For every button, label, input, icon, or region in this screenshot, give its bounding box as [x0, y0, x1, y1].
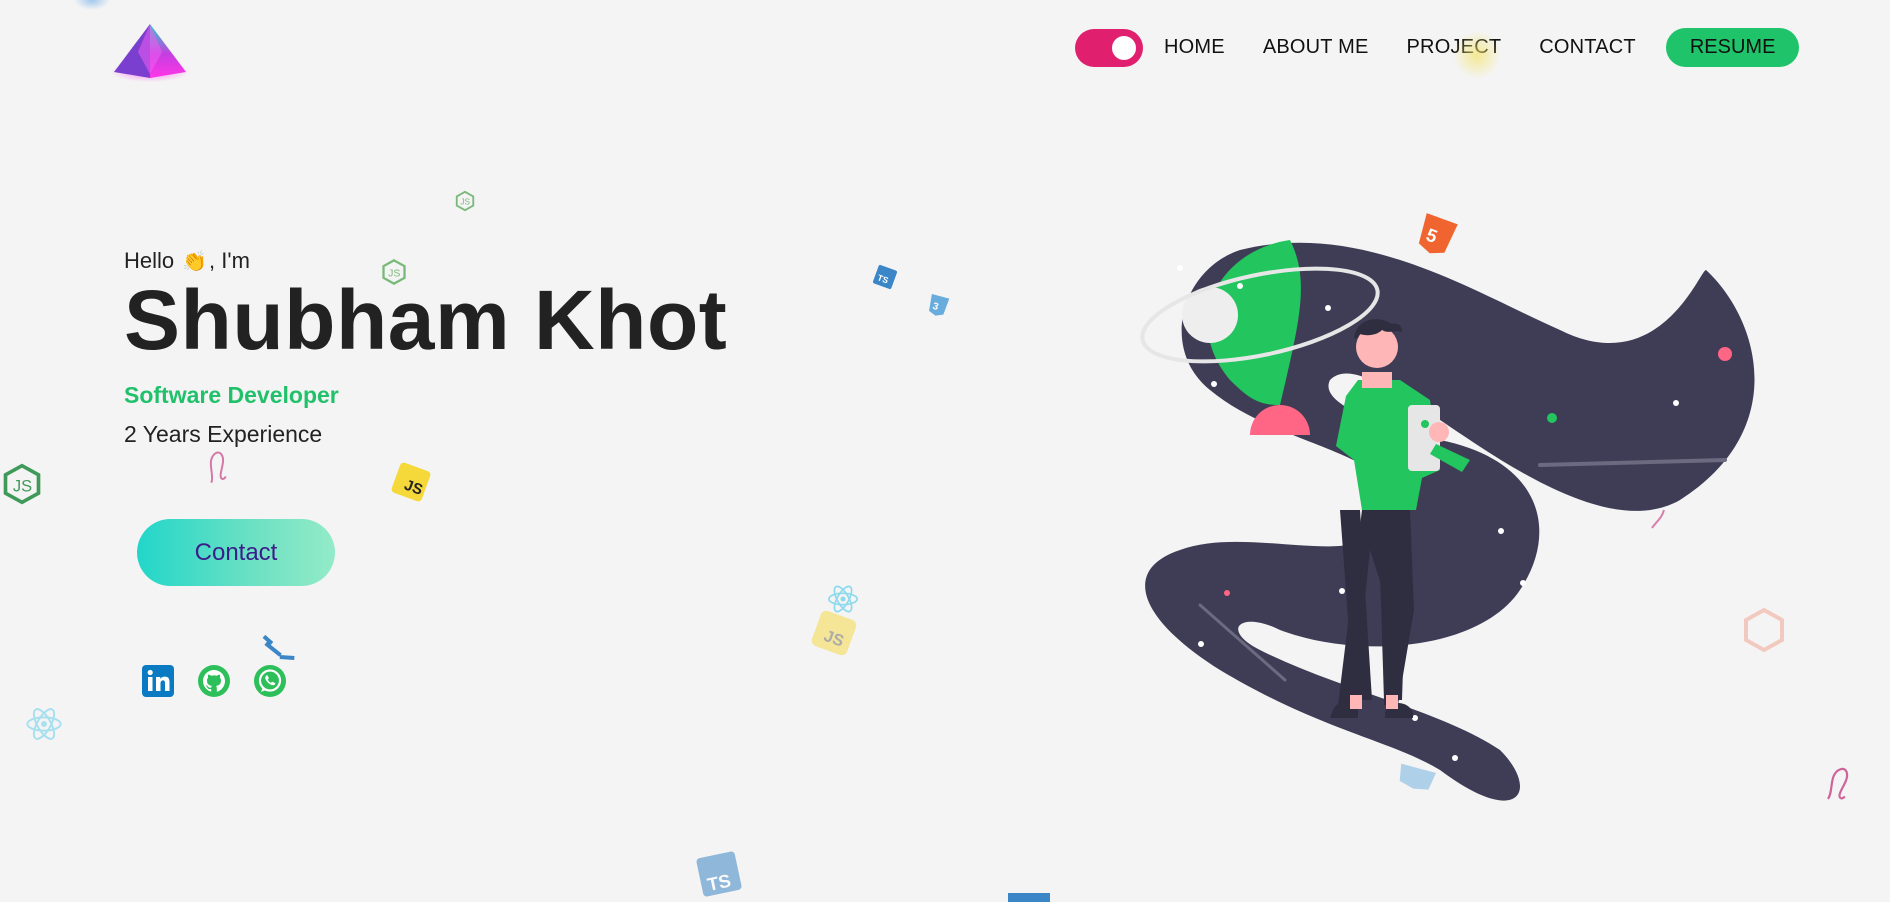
- react-icon: [827, 585, 859, 613]
- hero-name: Shubham Khot: [124, 273, 728, 367]
- svg-text:JS: JS: [13, 477, 32, 495]
- typescript-icon: TS: [696, 851, 742, 897]
- main-nav: HOME ABOUT ME PROJECT CONTACT RESUME: [1075, 28, 1800, 67]
- developer-on-space-path-illustration: [1140, 240, 1755, 801]
- greeting-hello: Hello: [124, 248, 175, 273]
- github-icon[interactable]: [197, 664, 231, 698]
- clap-emoji-icon: 👏: [182, 250, 208, 273]
- react-icon: [26, 708, 62, 740]
- nodejs-icon: JS: [3, 463, 41, 505]
- blurred-glow-icon: [74, 0, 110, 10]
- greeting: Hello 👏 , I'm: [124, 248, 727, 274]
- toggle-knob: [1112, 35, 1136, 60]
- blurred-glow-icon: [1453, 31, 1501, 79]
- nav-home[interactable]: HOME: [1164, 36, 1225, 59]
- svg-text:JS: JS: [460, 198, 470, 207]
- sass-icon: [1827, 767, 1849, 800]
- nodejs-icon: JS: [382, 258, 406, 286]
- nav-about-me[interactable]: ABOUT ME: [1263, 36, 1369, 59]
- nav-contact[interactable]: CONTACT: [1539, 36, 1636, 59]
- hero-role: Software Developer: [124, 382, 339, 409]
- linkedin-icon[interactable]: [141, 664, 175, 698]
- typescript-icon: TS: [872, 264, 898, 290]
- theme-toggle[interactable]: [1075, 28, 1143, 67]
- greeting-im: , I'm: [209, 248, 250, 273]
- typescript-icon: [1008, 893, 1050, 902]
- resume-button[interactable]: RESUME: [1665, 28, 1800, 67]
- contact-button[interactable]: Contact: [137, 519, 335, 586]
- javascript-icon: JS: [391, 462, 431, 502]
- svg-text:JS: JS: [388, 268, 400, 280]
- nodejs-icon: JS: [455, 190, 475, 212]
- hero-section: Hello 👏 , I'm Shubham Khot Software Deve…: [124, 248, 727, 448]
- prism-logo-icon[interactable]: [108, 22, 192, 84]
- css3-icon: 3: [929, 294, 950, 316]
